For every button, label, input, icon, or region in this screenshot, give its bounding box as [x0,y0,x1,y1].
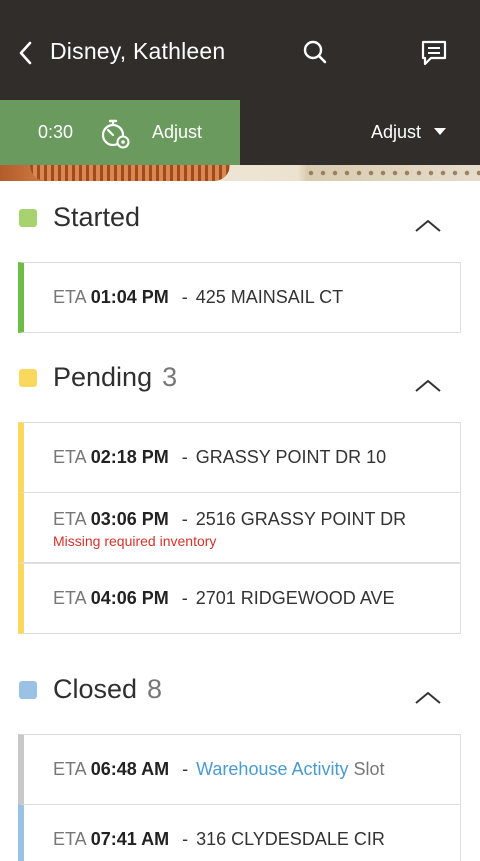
header-banner-image [0,165,480,181]
separator: - [182,759,189,779]
section-title: Started [53,202,141,232]
started-status-dot [19,209,37,227]
list-item[interactable]: ETA 04:06 PM -2701 RIDGEWOOD AVE [18,563,461,634]
activity-line: ETA 02:18 PM - GRASSY POINT DR 10 [53,447,386,468]
eta-label: ETA [53,447,86,467]
caret-down-icon[interactable] [434,128,446,136]
pending-status-dot [19,369,37,387]
chat-button[interactable] [419,38,449,68]
timer-value: 0:30 [38,122,74,142]
section-title: Pending 3 [53,362,178,392]
chevron-up-icon[interactable] [412,216,444,236]
list-item[interactable]: ETA 01:04 PM -425 MAINSAIL CT [18,262,461,333]
banner-dots [305,169,480,177]
chat-bubble-icon [421,40,447,66]
chevron-left-icon [19,41,32,65]
eta-label: ETA [53,588,86,608]
separator: - [181,447,188,467]
eta-time: 03:06 PM [90,509,169,529]
section-count: 3 [162,362,178,392]
closed-status-dot [19,681,37,699]
timer-bar: 0:30 Adjust Adjust [0,100,480,165]
timer-adjust-label: Adjust [152,122,203,142]
activity-address: GRASSY POINT DR 10 [195,447,387,467]
activity-suffix: Slot [353,759,385,779]
banner-pattern [30,165,230,181]
eta-time: 06:48 AM [90,759,170,779]
separator: - [181,509,188,529]
search-button[interactable] [300,37,330,67]
eta-time: 01:04 PM [90,287,169,307]
activity-line: ETA 03:06 PM -2516 GRASSY POINT DR [53,509,406,530]
separator: - [181,287,188,307]
list-item[interactable]: ETA 06:48 AM - Warehouse Activity Slot [18,734,461,805]
inventory-warning: Missing required inventory [53,533,217,549]
section-closed-header[interactable]: Closed 8 [0,660,480,720]
separator: - [181,588,188,608]
back-button[interactable] [14,36,40,70]
eta-label: ETA [53,287,86,307]
separator: - [182,829,189,849]
section-pending-header[interactable]: Pending 3 [0,348,480,408]
timer-adjust-control[interactable]: 0:30 Adjust [0,100,240,165]
activity-address: 2516 GRASSY POINT DR [195,509,407,529]
adjust-menu-button[interactable]: Adjust [371,122,421,143]
search-icon [303,40,327,64]
section-count: 8 [147,674,163,704]
page-title: Disney, Kathleen [50,38,226,64]
section-started-header[interactable]: Started [0,188,480,248]
activity-line: ETA 01:04 PM -425 MAINSAIL CT [53,287,343,308]
list-item[interactable]: ETA 02:18 PM - GRASSY POINT DR 10 [18,422,461,493]
list-item[interactable]: ETA 07:41 AM -316 CLYDESDALE CIR [18,804,461,861]
activity-line: ETA 07:41 AM -316 CLYDESDALE CIR [53,829,385,850]
activity-line: ETA 04:06 PM -2701 RIDGEWOOD AVE [53,588,395,609]
eta-time: 07:41 AM [90,829,170,849]
eta-label: ETA [53,759,86,779]
eta-time: 02:18 PM [90,447,169,467]
eta-label: ETA [53,829,86,849]
chevron-up-icon[interactable] [412,376,444,396]
activity-address: 2701 RIDGEWOOD AVE [195,588,395,608]
section-title: Closed 8 [53,674,163,704]
activity-address: 425 MAINSAIL CT [195,287,344,307]
list-item[interactable]: ETA 03:06 PM -2516 GRASSY POINT DR Missi… [18,492,461,563]
stopwatch-gear-icon [101,119,130,149]
eta-time: 04:06 PM [90,588,169,608]
warehouse-activity-link[interactable]: Warehouse Activity [196,759,348,779]
chevron-up-icon[interactable] [412,688,444,708]
app-header: Disney, Kathleen [0,0,480,100]
activity-line: ETA 06:48 AM - Warehouse Activity Slot [53,759,385,780]
activity-address: 316 CLYDESDALE CIR [196,829,385,849]
eta-label: ETA [53,509,86,529]
